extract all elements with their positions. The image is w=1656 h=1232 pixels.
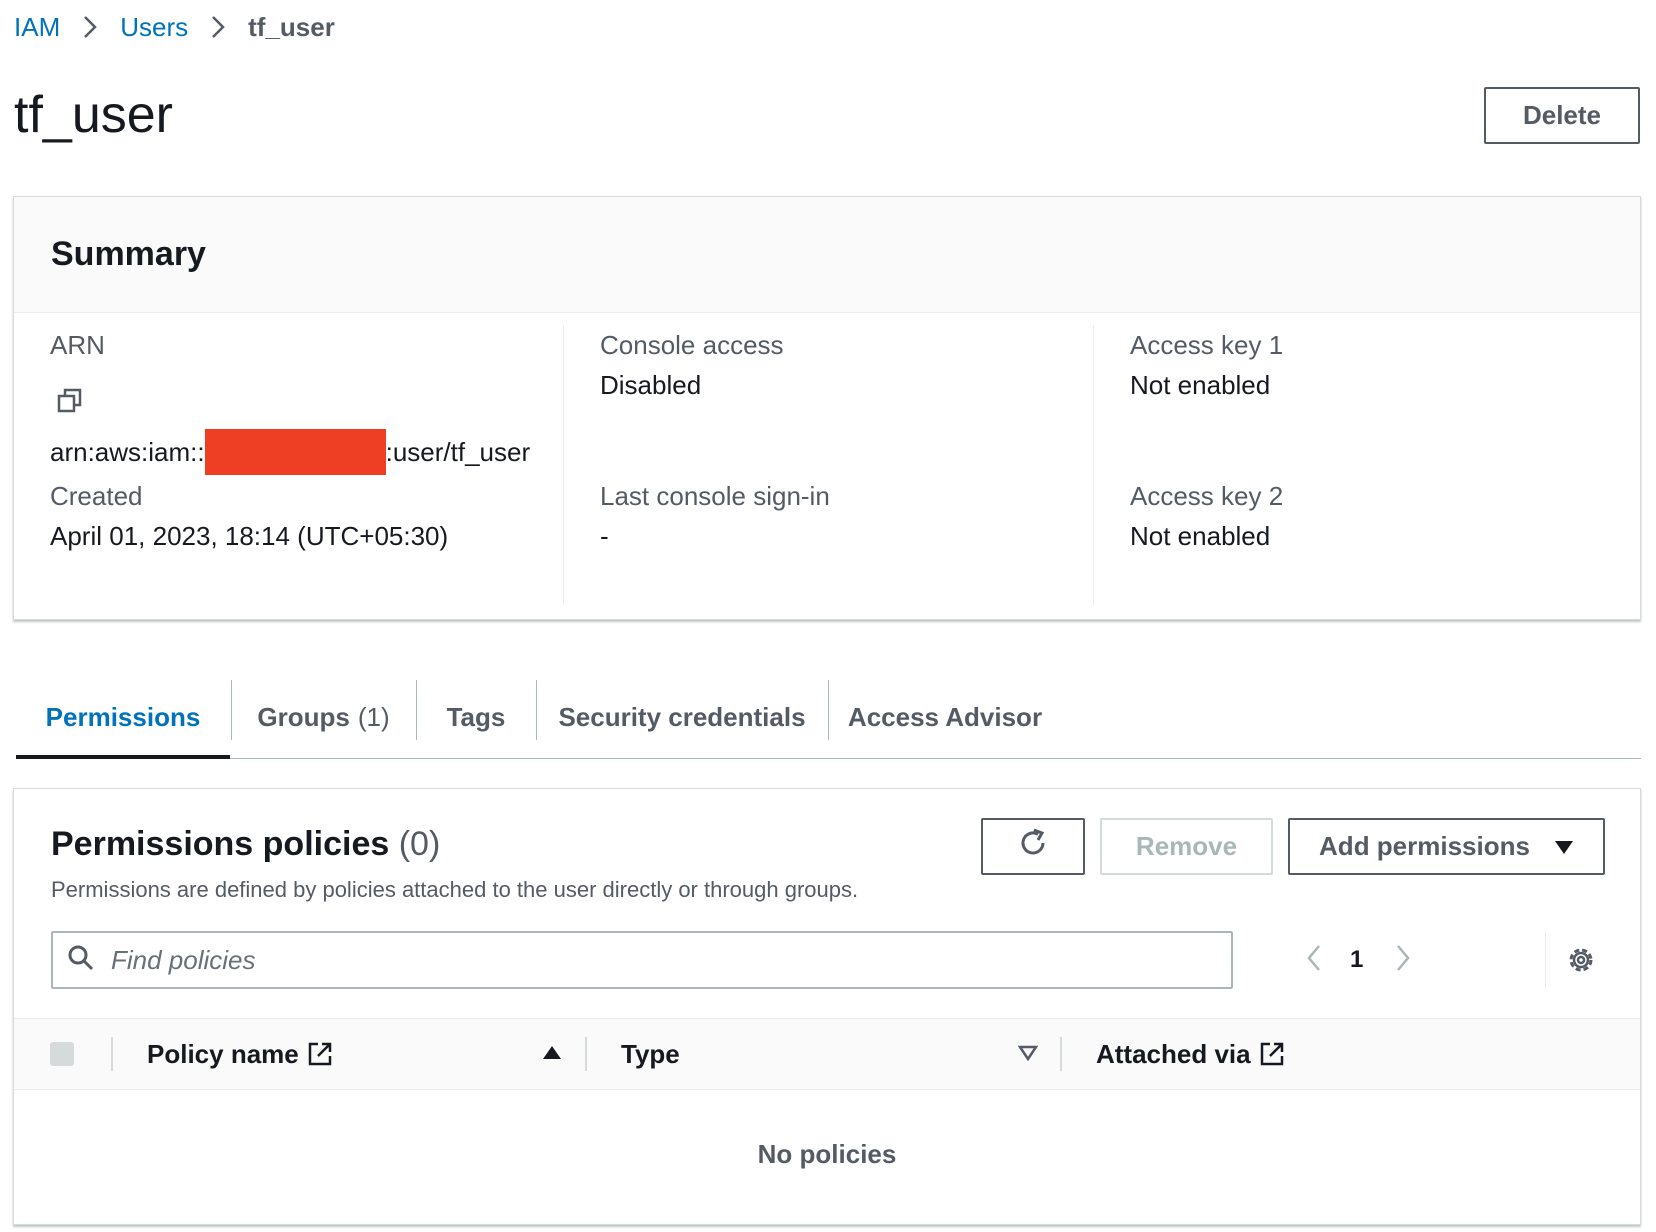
created-label: Created	[50, 481, 143, 511]
sort-descending-icon[interactable]	[1017, 1045, 1039, 1066]
search-input[interactable]	[109, 943, 1113, 977]
external-link-icon	[1259, 1041, 1285, 1067]
delete-button[interactable]: Delete	[1484, 87, 1640, 144]
created-field: Created April 01, 2023, 18:14 (UTC+05:30…	[50, 480, 448, 552]
tab-label: Tags	[446, 701, 506, 732]
chevron-right-icon[interactable]	[1393, 943, 1413, 978]
permissions-description: Permissions are defined by policies atta…	[51, 877, 859, 902]
summary-column-access-keys: Access key 1 Not enabled Access key 2 No…	[1093, 325, 1623, 605]
add-permissions-button[interactable]: Add permissions	[1288, 818, 1605, 875]
tab-label: Access Advisor	[847, 701, 1043, 732]
sort-ascending-icon[interactable]	[542, 1045, 562, 1066]
empty-state-text: No policies	[757, 1139, 897, 1169]
access-key2-label: Access key 2	[1130, 481, 1284, 511]
summary-header: Summary	[14, 197, 1640, 313]
column-divider	[1060, 1037, 1062, 1071]
created-value: April 01, 2023, 18:14 (UTC+05:30)	[50, 521, 449, 551]
search-box	[51, 931, 1233, 989]
chevron-right-icon	[82, 14, 98, 40]
breadcrumb-iam-link[interactable]: IAM	[14, 12, 60, 43]
tab-count: (1)	[357, 701, 390, 732]
remove-button[interactable]: Remove	[1100, 818, 1273, 875]
permissions-policies-title: Permissions policies (0)	[51, 825, 440, 864]
breadcrumb-current: tf_user	[248, 11, 335, 42]
arn-value: arn:aws:iam:::user/tf_user	[50, 429, 530, 475]
table-header: Policy name Type Attached via	[14, 1018, 1640, 1090]
console-access-label: Console access	[600, 330, 784, 360]
chevron-left-icon[interactable]	[1304, 943, 1324, 978]
pagination: 1	[1304, 939, 1413, 981]
summary-card: Summary ARN arn:aws:iam:::user/tf_user C…	[13, 196, 1641, 620]
column-divider	[585, 1037, 587, 1071]
arn-suffix: :user/tf_user	[385, 436, 531, 467]
select-all-checkbox[interactable]	[50, 1042, 74, 1066]
access-key2-value: Not enabled	[1130, 521, 1271, 551]
column-label: Type	[621, 1038, 680, 1069]
tab-access-advisor[interactable]: Access Advisor	[829, 676, 1061, 758]
search-icon	[67, 944, 95, 977]
access-key1-label: Access key 1	[1130, 330, 1284, 360]
copy-icon[interactable]	[56, 387, 84, 415]
page-title: tf_user	[14, 86, 173, 144]
permissions-policies-card: Permissions policies (0) Permissions are…	[13, 788, 1641, 1225]
permissions-title-text: Permissions policies	[51, 825, 390, 863]
tab-label: Groups	[257, 701, 350, 732]
tab-permissions[interactable]: Permissions	[16, 676, 230, 758]
column-header-attached-via[interactable]: Attached via	[1096, 1019, 1285, 1089]
column-header-policy-name[interactable]: Policy name	[147, 1019, 333, 1089]
active-tab-indicator	[16, 755, 230, 759]
arn-field: ARN	[50, 329, 105, 361]
add-permissions-label: Add permissions	[1319, 831, 1530, 861]
column-label: Attached via	[1096, 1038, 1251, 1069]
access-key2-field: Access key 2 Not enabled	[1130, 480, 1283, 552]
tab-label: Permissions	[45, 701, 201, 732]
access-key1-value: Not enabled	[1130, 370, 1271, 400]
column-label: Policy name	[147, 1038, 299, 1069]
last-signin-value: -	[600, 521, 609, 551]
tab-bar: Permissions Groups (1) Tags Security cred…	[16, 676, 1641, 759]
arn-label: ARN	[50, 330, 105, 360]
breadcrumb-users-link[interactable]: Users	[120, 12, 188, 43]
caret-down-icon	[1554, 839, 1574, 855]
last-signin-label: Last console sign-in	[600, 481, 830, 511]
summary-column-console: Console access Disabled Last console sig…	[563, 325, 1093, 605]
access-key1-field: Access key 1 Not enabled	[1130, 329, 1283, 401]
summary-column-identity: ARN arn:aws:iam:::user/tf_user Created A…	[14, 325, 563, 605]
redacted-account-id	[204, 429, 386, 475]
summary-title: Summary	[51, 235, 206, 273]
breadcrumb: IAM Users tf_user	[14, 10, 335, 44]
permissions-count: (0)	[398, 825, 441, 863]
tab-groups[interactable]: Groups (1)	[232, 676, 415, 758]
last-signin-field: Last console sign-in -	[600, 480, 830, 552]
page-number[interactable]: 1	[1350, 946, 1363, 974]
external-link-icon	[307, 1041, 333, 1067]
console-access-field: Console access Disabled	[600, 329, 784, 401]
tab-security-credentials[interactable]: Security credentials	[537, 676, 827, 758]
column-header-type[interactable]: Type	[621, 1019, 680, 1089]
tab-label: Security credentials	[558, 701, 806, 732]
gear-icon[interactable]	[1566, 945, 1596, 980]
refresh-button[interactable]	[981, 818, 1085, 875]
tab-tags[interactable]: Tags	[417, 676, 535, 758]
pagination-divider	[1545, 931, 1546, 989]
refresh-icon	[1017, 827, 1049, 866]
console-access-value: Disabled	[600, 370, 702, 400]
column-divider	[111, 1037, 113, 1071]
chevron-right-icon	[210, 14, 226, 40]
arn-prefix: arn:aws:iam::	[50, 436, 205, 467]
